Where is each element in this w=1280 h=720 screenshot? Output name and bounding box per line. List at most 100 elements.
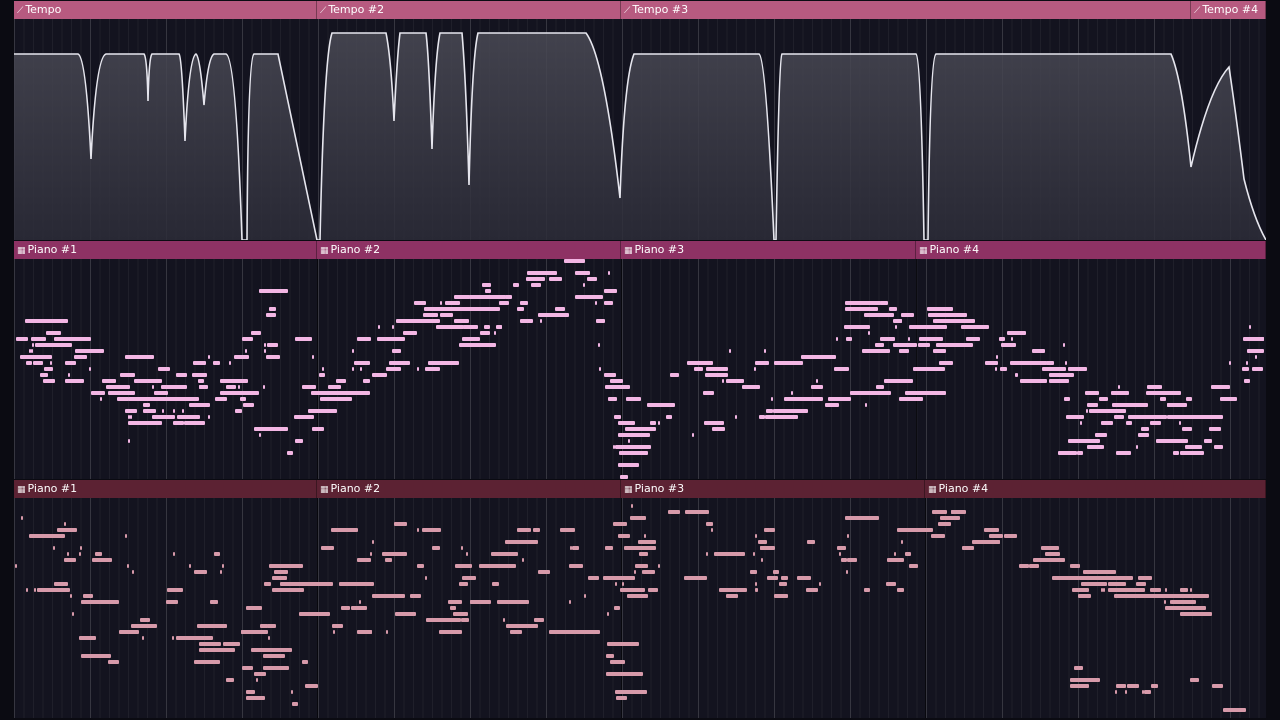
note-block — [458, 343, 496, 347]
note-block — [607, 271, 610, 275]
note-block — [665, 415, 672, 419]
note-block — [1100, 421, 1113, 425]
note-block — [919, 337, 944, 341]
tempo-automation-curve[interactable] — [14, 19, 1266, 240]
note-block — [497, 600, 530, 604]
note-block — [1220, 397, 1234, 401]
note-block — [781, 576, 789, 580]
clip-piano-bottom-1[interactable]: ▦ Piano #1 — [14, 480, 317, 498]
note-block — [33, 319, 69, 323]
clip-piano-top-2[interactable]: ▦ Piano #2 — [317, 241, 621, 259]
note-block — [931, 510, 947, 514]
note-block — [1213, 445, 1223, 449]
note-block — [765, 409, 773, 413]
note-block — [290, 690, 293, 694]
note-block — [766, 576, 778, 580]
note-block — [1244, 379, 1251, 383]
note-block — [90, 391, 105, 395]
note-block — [460, 618, 469, 622]
note-block — [502, 618, 505, 622]
note-block — [245, 690, 255, 694]
clip-piano-top-4[interactable]: ▦ Piano #4 — [916, 241, 1266, 259]
note-block — [56, 528, 77, 532]
note-block — [1114, 415, 1125, 419]
clip-piano-top-1[interactable]: ▦ Piano #1 — [14, 241, 317, 259]
note-block — [82, 349, 104, 353]
note-block — [1159, 397, 1166, 401]
note-block — [1088, 445, 1103, 449]
note-block — [430, 313, 438, 317]
note-block — [619, 588, 645, 592]
note-block — [1140, 427, 1149, 431]
note-block — [647, 403, 676, 407]
note-block — [711, 528, 713, 532]
note-block — [223, 642, 241, 646]
note-block — [194, 570, 208, 574]
note-block — [1098, 397, 1108, 401]
note-block — [171, 636, 174, 640]
note-block — [917, 343, 930, 347]
note-block — [624, 427, 656, 431]
note-block — [484, 289, 491, 293]
clip-piano-bottom-2[interactable]: ▦ Piano #2 — [317, 480, 621, 498]
note-block — [642, 570, 645, 574]
clip-piano-bottom-4[interactable]: ▦ Piano #4 — [925, 480, 1266, 498]
clip-tempo-3[interactable]: ⟋ Tempo #3 — [621, 1, 1191, 19]
note-block — [607, 612, 610, 616]
note-block — [774, 361, 804, 365]
note-block — [251, 331, 262, 335]
note-block — [461, 546, 463, 550]
note-block — [410, 594, 422, 598]
note-block — [95, 552, 103, 556]
note-block — [42, 355, 45, 359]
note-block — [1166, 403, 1175, 407]
note-block — [1064, 397, 1070, 401]
note-block — [639, 433, 642, 437]
note-block — [685, 510, 710, 514]
note-block — [119, 630, 140, 634]
note-block — [764, 349, 767, 353]
note-block — [100, 397, 103, 401]
note-block — [413, 301, 426, 305]
note-block — [302, 385, 317, 389]
note-block — [266, 313, 277, 317]
note-block — [429, 319, 432, 323]
note-block — [531, 283, 541, 287]
note-block — [1157, 439, 1188, 443]
clip-tempo-1[interactable]: ⟋ Tempo — [14, 1, 317, 19]
note-block — [614, 606, 621, 610]
note-block — [268, 564, 303, 568]
note-block — [30, 337, 46, 341]
clip-label: Piano #3 — [634, 243, 685, 256]
note-block — [627, 594, 649, 598]
note-block — [28, 534, 65, 538]
note-block — [971, 540, 1000, 544]
clip-piano-top-3[interactable]: ▦ Piano #3 — [621, 241, 916, 259]
note-block — [845, 301, 882, 305]
note-block — [385, 558, 393, 562]
note-block — [1166, 415, 1199, 419]
note-block — [709, 367, 721, 371]
note-block — [801, 355, 836, 359]
clip-tempo-4[interactable]: ⟋ Tempo #4 — [1191, 1, 1266, 19]
note-block — [836, 546, 846, 550]
note-block — [1048, 373, 1074, 377]
note-block — [960, 325, 989, 329]
clip-tempo-2[interactable]: ⟋ Tempo #2 — [317, 1, 621, 19]
note-block — [1204, 415, 1218, 419]
note-block — [519, 301, 528, 305]
note-block — [606, 373, 608, 377]
note-block — [424, 367, 440, 371]
note-block — [358, 391, 371, 395]
note-block — [702, 391, 714, 395]
clip-piano-bottom-3[interactable]: ▦ Piano #3 — [621, 480, 925, 498]
note-block — [369, 552, 372, 556]
note-block — [753, 552, 756, 556]
note-block — [462, 325, 478, 329]
note-block — [888, 307, 897, 311]
note-block — [845, 337, 852, 341]
pattern-icon: ▦ — [624, 485, 633, 495]
note-block — [1101, 588, 1104, 592]
note-block — [605, 654, 614, 658]
note-block — [1041, 367, 1066, 371]
